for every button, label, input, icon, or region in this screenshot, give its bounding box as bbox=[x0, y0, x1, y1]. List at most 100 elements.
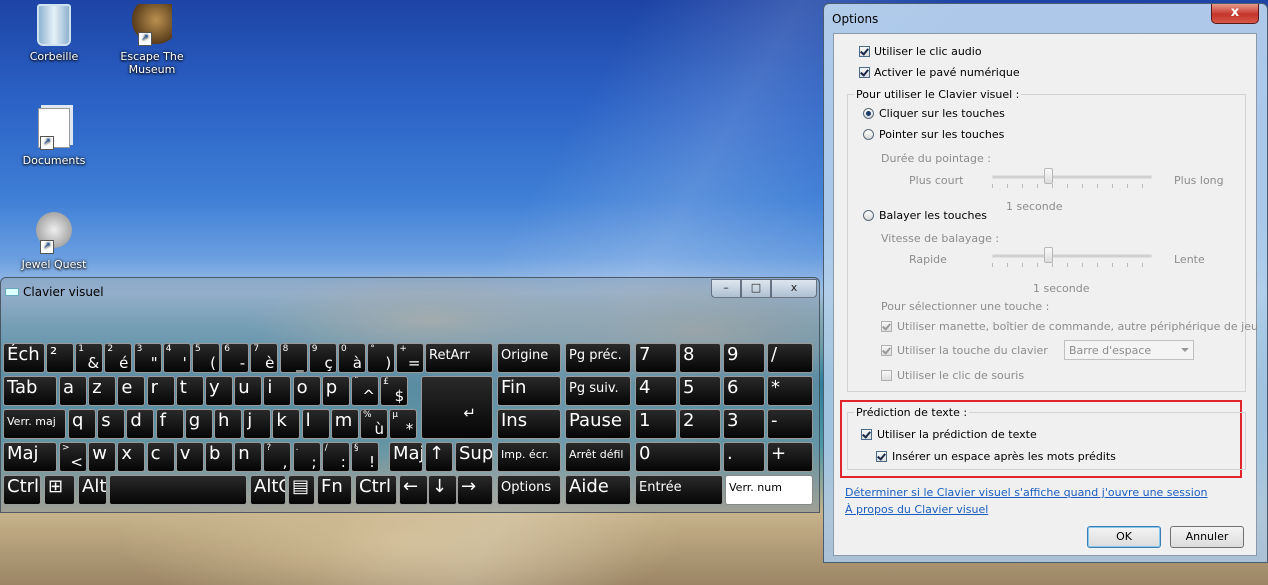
logon-link[interactable]: Déterminer si le Clavier visuel s'affich… bbox=[845, 486, 1208, 499]
key[interactable]: 2 bbox=[679, 409, 721, 439]
key[interactable]: ↓ bbox=[428, 475, 457, 505]
desktop-icon-documents[interactable]: ↗ Documents bbox=[14, 108, 94, 167]
key[interactable]: Verr. num bbox=[725, 475, 813, 505]
key[interactable]: 7è bbox=[250, 343, 279, 373]
key[interactable]: Pg suiv. bbox=[565, 376, 631, 406]
desktop-icon-jewel-quest[interactable]: ↗ Jewel Quest bbox=[14, 212, 94, 271]
key[interactable]: c bbox=[146, 442, 175, 472]
hover-keys-label[interactable]: Pointer sur les touches bbox=[879, 128, 1004, 141]
key[interactable]: Imp. écr. bbox=[497, 442, 561, 472]
use-prediction-label[interactable]: Utiliser la prédiction de texte bbox=[877, 428, 1037, 441]
key[interactable]: Pause bbox=[565, 409, 631, 439]
osk-titlebar[interactable]: Clavier visuel – □ x bbox=[1, 278, 819, 304]
key[interactable]: - bbox=[767, 409, 813, 439]
key[interactable]: 3 " bbox=[133, 343, 162, 373]
key[interactable]: n bbox=[234, 442, 263, 472]
mouse-click-checkbox[interactable] bbox=[881, 370, 892, 381]
key[interactable]: p bbox=[321, 376, 350, 406]
minimize-button[interactable]: – bbox=[711, 279, 741, 298]
key[interactable]: j bbox=[243, 409, 272, 439]
key[interactable]: k bbox=[272, 409, 301, 439]
key[interactable]: a bbox=[59, 376, 87, 406]
use-prediction-checkbox[interactable] bbox=[861, 429, 872, 440]
key[interactable]: r bbox=[146, 376, 175, 406]
insert-space-label[interactable]: Insérer un espace après les mots prédits bbox=[892, 450, 1116, 463]
audio-click-checkbox[interactable] bbox=[859, 46, 870, 57]
key[interactable]: * bbox=[767, 376, 813, 406]
scan-keys-label[interactable]: Balayer les touches bbox=[879, 209, 987, 222]
key[interactable]: Ctrl bbox=[3, 475, 41, 505]
key[interactable]: w bbox=[88, 442, 117, 472]
key[interactable]: Options bbox=[497, 475, 561, 505]
key[interactable]: q bbox=[68, 409, 96, 439]
key[interactable]: b bbox=[205, 442, 233, 472]
key[interactable]: > < bbox=[59, 442, 87, 472]
key[interactable]: 1 bbox=[635, 409, 677, 439]
key[interactable]: 6- bbox=[221, 343, 250, 373]
slider-thumb[interactable] bbox=[1044, 168, 1053, 184]
key[interactable]: ← bbox=[399, 475, 428, 505]
numpad-checkbox[interactable] bbox=[859, 67, 870, 78]
key[interactable]: g bbox=[184, 409, 213, 439]
key[interactable]: 6 bbox=[723, 376, 765, 406]
desktop-icon-recycle-bin[interactable]: Corbeille bbox=[14, 4, 94, 63]
desktop-icon-escape-the-museum[interactable]: ↗ Escape The Museum bbox=[112, 4, 192, 76]
key[interactable]: 7 bbox=[635, 343, 677, 373]
key[interactable]: Ins bbox=[497, 409, 561, 439]
key[interactable]: 4 ' bbox=[162, 343, 191, 373]
key[interactable]: + = bbox=[396, 343, 425, 373]
close-button[interactable]: x bbox=[771, 279, 817, 298]
key[interactable]: o bbox=[292, 376, 321, 406]
key[interactable]: 8 _ bbox=[279, 343, 308, 373]
key[interactable]: 0à bbox=[338, 343, 366, 373]
key[interactable]: x bbox=[117, 442, 146, 472]
key[interactable]: Pg préc. bbox=[565, 343, 631, 373]
key[interactable]: Aide bbox=[565, 475, 631, 505]
cancel-button[interactable]: Annuler bbox=[1170, 526, 1244, 548]
key[interactable]: u bbox=[234, 376, 263, 406]
keyboard-key-label[interactable]: Utiliser la touche du clavier bbox=[897, 344, 1048, 357]
maximize-button[interactable]: □ bbox=[741, 279, 771, 298]
key[interactable]: Éch bbox=[3, 343, 45, 373]
key[interactable]: 1 & bbox=[75, 343, 104, 373]
click-keys-label[interactable]: Cliquer sur les touches bbox=[879, 107, 1005, 120]
key[interactable]: °) bbox=[367, 343, 396, 373]
click-keys-radio[interactable] bbox=[863, 108, 874, 119]
key[interactable]: m bbox=[330, 409, 359, 439]
key[interactable]: 5 bbox=[679, 376, 721, 406]
key[interactable]: z bbox=[88, 376, 117, 406]
key[interactable]: l bbox=[301, 409, 330, 439]
ok-button[interactable]: OK bbox=[1087, 526, 1161, 548]
key[interactable]: .; bbox=[292, 442, 321, 472]
mouse-click-label[interactable]: Utiliser le clic de souris bbox=[897, 369, 1024, 382]
keyboard-key-select[interactable]: Barre d'espace bbox=[1064, 340, 1194, 360]
key[interactable]: AltGr bbox=[250, 475, 286, 505]
key[interactable]: f bbox=[155, 409, 184, 439]
audio-click-label[interactable]: Utiliser le clic audio bbox=[874, 45, 982, 58]
slider-thumb[interactable] bbox=[1044, 247, 1053, 263]
key[interactable]: Entrée bbox=[635, 475, 723, 505]
gamepad-checkbox[interactable] bbox=[881, 321, 892, 332]
key[interactable]: v bbox=[175, 442, 204, 472]
key[interactable]: + bbox=[767, 442, 813, 472]
key[interactable]: % ù bbox=[360, 409, 388, 439]
key[interactable]: Alt bbox=[78, 475, 107, 505]
dialog-close-button[interactable]: x bbox=[1211, 4, 1259, 24]
key[interactable]: Verr. maj bbox=[3, 409, 66, 439]
key[interactable]: £ $ bbox=[380, 376, 409, 406]
key[interactable]: RetArr bbox=[425, 343, 493, 373]
key[interactable]: 9 bbox=[723, 343, 765, 373]
key[interactable]: y bbox=[205, 376, 233, 406]
keyboard-key-checkbox[interactable] bbox=[881, 345, 892, 356]
key[interactable]: Ctrl bbox=[355, 475, 397, 505]
key[interactable]: µ * bbox=[389, 409, 418, 439]
key[interactable]: / bbox=[767, 343, 813, 373]
key[interactable]: Fin bbox=[497, 376, 561, 406]
scan-keys-radio[interactable] bbox=[863, 210, 874, 221]
key[interactable]: → bbox=[457, 475, 493, 505]
key[interactable]: 8 bbox=[679, 343, 721, 373]
scan-speed-slider[interactable] bbox=[992, 247, 1152, 267]
key[interactable]: Maj bbox=[389, 442, 423, 472]
key[interactable]: Fn bbox=[317, 475, 352, 505]
key[interactable]: 2é bbox=[104, 343, 133, 373]
